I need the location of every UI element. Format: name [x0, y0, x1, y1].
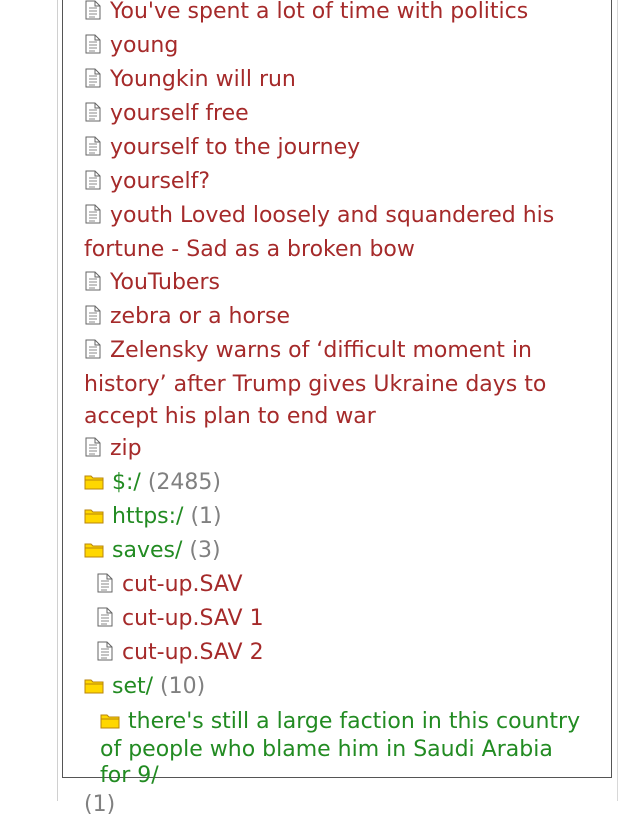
- tree-item[interactable]: cut-up.SAV 2: [84, 637, 584, 671]
- tree-item[interactable]: yourself?: [84, 166, 584, 200]
- tree-item-link[interactable]: cut-up.SAV: [122, 572, 243, 597]
- document-icon: [96, 571, 114, 603]
- document-icon: [84, 168, 102, 200]
- tree-item[interactable]: young: [84, 30, 584, 64]
- document-icon: [84, 0, 102, 30]
- folder-count: (1): [190, 504, 222, 529]
- document-icon: [84, 303, 102, 335]
- folder-icon: [84, 537, 104, 569]
- folder-link[interactable]: there's still a large faction in this co…: [100, 709, 580, 788]
- folder-count: (3): [189, 538, 221, 563]
- document-icon: [84, 435, 102, 467]
- document-icon: [84, 32, 102, 64]
- folder-item[interactable]: $:/ (2485): [84, 467, 584, 501]
- tree-item[interactable]: Youngkin will run: [84, 64, 584, 98]
- folder-item[interactable]: set/ (10): [84, 671, 584, 705]
- tree-item-link[interactable]: young: [110, 33, 178, 58]
- folder-link[interactable]: https:/: [112, 504, 183, 529]
- tree-item[interactable]: You've spent a lot of time with politics: [84, 0, 584, 30]
- folder-item[interactable]: saves/ (3): [84, 535, 584, 569]
- document-icon: [84, 66, 102, 98]
- document-icon: [84, 134, 102, 166]
- tree-item[interactable]: cut-up.SAV: [84, 569, 584, 603]
- document-icon: [84, 337, 102, 369]
- tree-item-link[interactable]: Zelensky warns of ‘difficult moment in h…: [84, 338, 546, 429]
- tree-item-link[interactable]: cut-up.SAV 2: [122, 640, 264, 665]
- folder-icon: [84, 673, 104, 705]
- file-tree: You've spent a lot of time with politics…: [84, 0, 584, 821]
- tree-item-link[interactable]: You've spent a lot of time with politics: [110, 0, 528, 24]
- tree-item-link[interactable]: zip: [110, 436, 142, 461]
- folder-count: (1): [84, 792, 116, 817]
- tree-item[interactable]: yourself to the journey: [84, 132, 584, 166]
- tree-item-link[interactable]: yourself?: [110, 169, 210, 194]
- document-icon: [84, 202, 102, 234]
- folder-item[interactable]: there's still a large faction in this co…: [84, 709, 584, 789]
- tree-item-link[interactable]: cut-up.SAV 1: [122, 606, 264, 631]
- folder-link[interactable]: set/: [112, 674, 153, 699]
- folder-count: (2485): [147, 470, 221, 495]
- tree-item-link[interactable]: Youngkin will run: [110, 67, 296, 92]
- folder-count: (10): [160, 674, 206, 699]
- tree-item-link[interactable]: youth Loved loosely and squandered his f…: [84, 203, 554, 262]
- tree-item-link[interactable]: zebra or a horse: [110, 304, 290, 329]
- tree-item-link[interactable]: yourself free: [110, 101, 249, 126]
- tree-item[interactable]: zebra or a horse: [84, 301, 584, 335]
- folder-icon: [84, 503, 104, 535]
- folder-item[interactable]: https:/ (1): [84, 501, 584, 535]
- folder-icon: [100, 711, 120, 737]
- document-icon: [96, 639, 114, 671]
- tree-item[interactable]: zip: [84, 433, 584, 467]
- tree-item-link[interactable]: YouTubers: [110, 270, 220, 295]
- tree-item[interactable]: YouTubers: [84, 267, 584, 301]
- tree-item[interactable]: youth Loved loosely and squandered his f…: [84, 200, 584, 266]
- document-icon: [84, 100, 102, 132]
- document-icon: [84, 269, 102, 301]
- folder-link[interactable]: saves/: [112, 538, 182, 563]
- tree-item-link[interactable]: yourself to the journey: [110, 135, 360, 160]
- tree-item[interactable]: yourself free: [84, 98, 584, 132]
- tree-item[interactable]: cut-up.SAV 1: [84, 603, 584, 637]
- tree-item[interactable]: Zelensky warns of ‘difficult moment in h…: [84, 335, 584, 433]
- left-margin-rule: [57, 0, 58, 801]
- document-icon: [96, 605, 114, 637]
- right-margin-rule: [617, 0, 618, 801]
- folder-icon: [84, 469, 104, 501]
- folder-link[interactable]: $:/: [112, 470, 141, 495]
